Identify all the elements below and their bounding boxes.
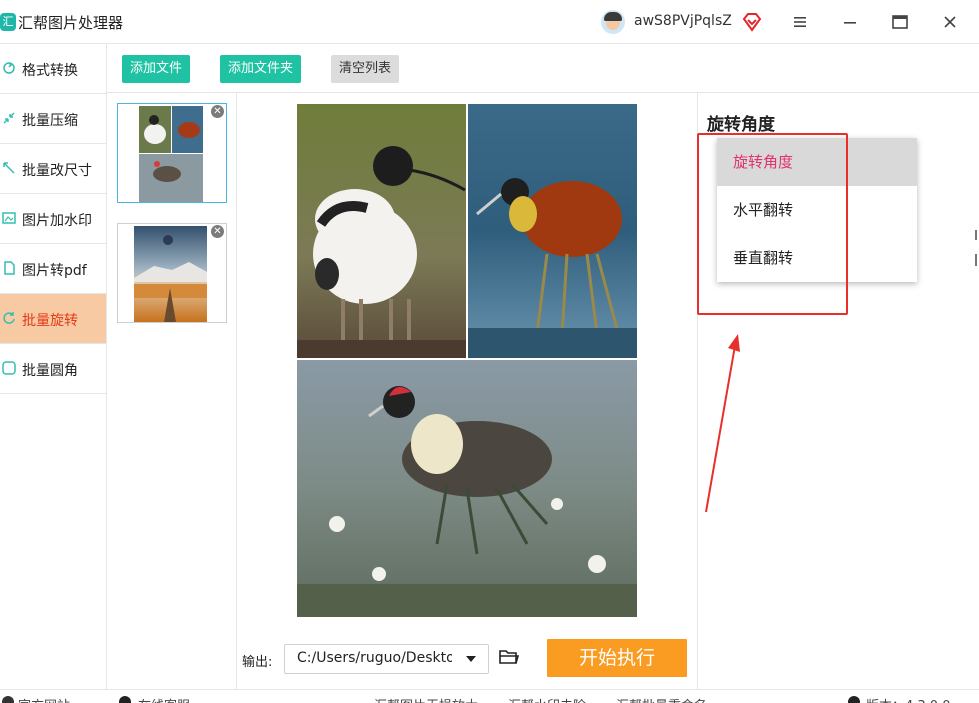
headset-icon [119,696,131,703]
online-support-link[interactable]: 在线客服 [138,695,190,703]
sidebar-item-label: 批量压缩 [22,113,78,129]
sidebar-item-round-corner[interactable]: 批量圆角 [0,344,106,394]
folder-icon[interactable] [499,648,519,666]
remove-file-icon[interactable]: ✕ [211,105,224,118]
thumbnail-image [134,226,207,322]
file-thumbnail[interactable]: ✕ [117,223,227,323]
round-corner-icon [2,361,16,375]
sidebar: 格式转换 批量压缩 批量改尺寸 图片加水印 图片转pdf 批量旋转 批量圆角 [0,44,107,689]
clear-list-button[interactable]: 清空列表 [331,55,399,83]
remove-file-icon[interactable]: ✕ [211,225,224,238]
sidebar-item-label: 格式转换 [22,63,78,79]
sidebar-item-label: 批量旋转 [22,313,78,329]
title-bar: 汇 汇帮图片处理器 awS8PVjPqlsZ [0,0,979,44]
username-label[interactable]: awS8PVjPqlsZ [634,13,732,29]
sidebar-item-label: 批量圆角 [22,363,78,379]
user-avatar[interactable] [601,10,625,34]
official-site-link[interactable]: 官方网站 [18,695,70,703]
watermark-remover-link[interactable]: 汇帮水印去除 [508,695,586,703]
sidebar-item-watermark[interactable]: 图片加水印 [0,194,106,244]
output-label: 输出: [242,655,273,670]
app-logo-icon: 汇 [0,13,16,31]
rotation-angle-title: 旋转角度 [707,115,775,135]
sidebar-item-pdf[interactable]: 图片转pdf [0,244,106,294]
sidebar-item-label: 批量改尺寸 [22,163,92,179]
output-path-select[interactable]: C:/Users/ruguo/Desktop [284,644,489,674]
app-title: 汇帮图片处理器 [18,14,124,32]
sidebar-item-rotate[interactable]: 批量旋转 [0,294,106,344]
sidebar-item-label: 图片加水印 [22,213,92,229]
version-label: 版本：4.3.0.0 [866,695,950,703]
pdf-icon [4,261,15,275]
output-path-text: C:/Users/ruguo/Desktop [297,650,452,666]
resize-icon [3,162,15,174]
add-file-button[interactable]: 添加文件 [122,55,190,83]
website-icon [2,696,14,703]
rotate-icon [3,312,15,324]
add-folder-button[interactable]: 添加文件夹 [220,55,301,83]
image-preview [297,104,637,617]
format-convert-icon [3,62,15,74]
watermark-icon [2,212,16,224]
annotation-highlight-box [697,133,848,315]
sidebar-item-compress[interactable]: 批量压缩 [0,94,106,144]
start-button[interactable]: 开始执行 [547,639,687,677]
sidebar-item-resize[interactable]: 批量改尺寸 [0,144,106,194]
chevron-down-icon [466,656,476,662]
close-icon[interactable] [936,8,964,36]
upscale-link[interactable]: 汇帮图片无损放大 [374,695,478,703]
scrollbar-handle[interactable] [973,230,979,268]
annotation-arrow-icon [705,334,740,513]
compress-icon [3,112,15,124]
sidebar-item-format-convert[interactable]: 格式转换 [0,44,106,94]
thumbnail-image [139,106,203,202]
minimize-icon[interactable] [836,8,864,36]
sidebar-item-label: 图片转pdf [22,263,87,279]
menu-icon[interactable] [786,8,814,36]
refresh-icon [848,696,860,703]
batch-rename-link[interactable]: 汇帮批量重命名 [616,695,707,703]
maximize-icon[interactable] [886,8,914,36]
file-thumbnail[interactable]: ✕ [117,103,227,203]
bottom-bar: 官方网站 在线客服 汇帮图片无损放大 汇帮水印去除 汇帮批量重命名 版本：4.3… [0,689,979,703]
vip-diamond-icon[interactable] [742,12,762,32]
